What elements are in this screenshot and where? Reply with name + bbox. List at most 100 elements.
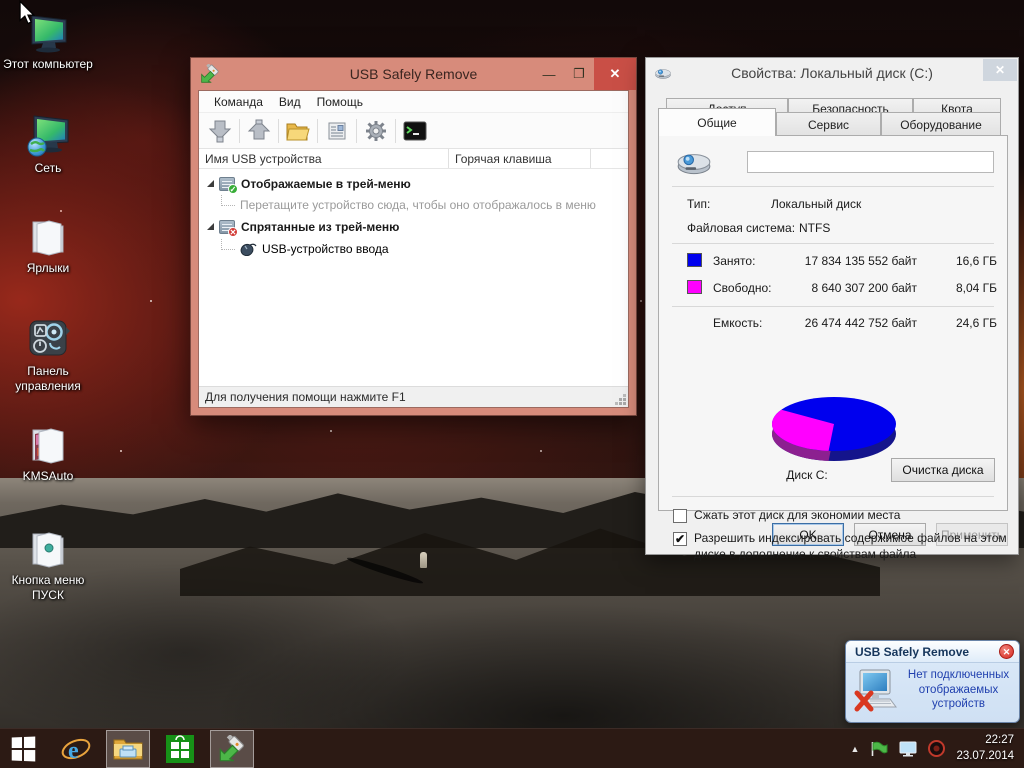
no-devices-computer-icon xyxy=(854,669,897,712)
return-arrow-up-icon xyxy=(247,119,271,139)
tray-menu-hidden-icon: ✕ xyxy=(219,219,238,237)
notification-message: Нет подключенных отображаемых устройств xyxy=(907,669,1010,711)
notification-header: USB Safely Remove ✕ xyxy=(846,641,1019,663)
desktop-icon-network[interactable]: Сеть xyxy=(2,114,94,176)
tab-tools[interactable]: Сервис xyxy=(776,112,881,136)
close-button[interactable]: ✕ xyxy=(594,58,636,90)
volume-icon[interactable] xyxy=(928,740,946,757)
index-checkbox-label: Разрешить индексировать содержимое файло… xyxy=(694,531,1007,561)
expanded-arrow-icon[interactable] xyxy=(207,180,214,187)
clock-time: 22:27 xyxy=(985,733,1014,746)
type-label: Тип: xyxy=(687,197,711,211)
action-center-flag-icon[interactable] xyxy=(870,741,888,757)
usb-window-titlebar[interactable]: USB Safely Remove — ❐ ✕ xyxy=(191,58,636,90)
maximize-button[interactable]: ❐ xyxy=(564,58,594,90)
capacity-bytes: 26 474 442 752 байт xyxy=(804,316,917,330)
tray-show-hidden-icons[interactable]: ▲ xyxy=(851,744,860,754)
desktop-icon-this-computer[interactable]: Этот компьютер xyxy=(2,12,94,72)
toolbar-separator xyxy=(239,118,240,143)
column-device-name[interactable]: Имя USB устройства xyxy=(199,149,449,168)
tree-branch-line xyxy=(221,195,235,206)
file-explorer-icon xyxy=(113,739,143,759)
desktop-icon-label: Панель управления xyxy=(15,364,81,393)
index-checkbox[interactable]: ✔ xyxy=(673,532,687,546)
usb-window-client-area: Команда Вид Помощь Имя USB устройства Го… xyxy=(198,90,629,408)
free-bytes: 8 640 307 200 байт xyxy=(811,281,917,295)
open-device-button[interactable] xyxy=(281,116,315,146)
drag-hint-label: Перетащите устройство сюда, чтобы оно от… xyxy=(240,197,596,212)
open-folder-icon xyxy=(286,123,310,140)
column-hotkey[interactable]: Горячая клавиша xyxy=(449,149,591,168)
return-device-button[interactable] xyxy=(242,116,276,146)
usb-input-device-icon xyxy=(240,243,257,256)
menu-command[interactable]: Команда xyxy=(206,92,271,112)
disk-cleanup-button[interactable]: Очистка диска xyxy=(891,458,995,482)
settings-button[interactable] xyxy=(359,116,393,146)
notification-close-button[interactable]: ✕ xyxy=(999,644,1014,659)
command-line-button[interactable] xyxy=(398,116,432,146)
tray-menu-shown-icon: ✓ xyxy=(219,176,238,194)
desktop-icon-control-panel[interactable]: Панель управления xyxy=(2,317,94,394)
usb-safely-remove-icon xyxy=(219,734,244,761)
check-badge-icon: ✓ xyxy=(228,183,238,194)
compress-checkbox[interactable] xyxy=(673,509,687,523)
type-value: Локальный диск xyxy=(771,197,862,211)
notification-body: Нет подключенных отображаемых устройств xyxy=(846,663,1019,717)
taskbar-file-explorer[interactable] xyxy=(106,729,150,768)
control-panel-icon xyxy=(29,320,70,356)
taskbar-windows-store[interactable] xyxy=(158,730,202,768)
free-label: Свободно: xyxy=(713,281,772,295)
used-bytes: 17 834 135 552 байт xyxy=(804,254,917,268)
tab-row-front: Общие Сервис Оборудование xyxy=(658,108,1001,136)
network-status-icon[interactable] xyxy=(899,741,917,757)
menu-view[interactable]: Вид xyxy=(271,92,309,112)
device-properties-button[interactable] xyxy=(320,116,354,146)
minimize-button[interactable]: — xyxy=(534,58,564,90)
dialog-titlebar[interactable]: Свойства: Локальный диск (C:) ✕ xyxy=(646,58,1018,88)
usb-notification-balloon: USB Safely Remove ✕ Нет подключенных ото… xyxy=(845,640,1020,723)
taskbar-clock[interactable]: 22:27 23.07.2014 xyxy=(956,733,1014,764)
desktop-icon-label: Ярлыки xyxy=(26,261,70,275)
tab-general[interactable]: Общие xyxy=(658,108,776,136)
free-size: 8,04 ГБ xyxy=(955,281,997,295)
network-icon xyxy=(27,115,69,157)
taskbar-usb-safely-remove[interactable] xyxy=(210,729,254,768)
astronaut-figure xyxy=(420,552,427,568)
cross-badge-icon: ✕ xyxy=(228,226,238,237)
menu-help[interactable]: Помощь xyxy=(309,92,371,112)
taskbar-internet-explorer[interactable]: e xyxy=(54,730,98,768)
toolbar-separator xyxy=(395,118,396,143)
mouse-cursor xyxy=(19,0,36,25)
notification-title: USB Safely Remove xyxy=(855,644,970,659)
desktop-icon-label: Этот компьютер xyxy=(3,57,93,71)
usb-menubar: Команда Вид Помощь xyxy=(199,91,628,113)
index-checkbox-row[interactable]: ✔ Разрешить индексировать содержимое фай… xyxy=(673,531,1007,562)
taskbar: e ▲ 22:27 23.07.2014 xyxy=(0,728,1024,768)
tree-drag-hint-row: Перетащите устройство сюда, чтобы оно от… xyxy=(199,194,596,215)
expanded-arrow-icon[interactable] xyxy=(207,223,214,230)
start-button[interactable] xyxy=(0,729,46,768)
folder-icon xyxy=(32,532,64,568)
desktop-icon-kmsauto[interactable]: KMSAuto xyxy=(2,422,94,484)
dialog-close-button[interactable]: ✕ xyxy=(983,59,1017,81)
desktop-icon-start-menu-button[interactable]: Кнопка меню ПУСК xyxy=(2,526,94,603)
tree-group-hidden-row[interactable]: ✕ Спрятанные из трей-меню xyxy=(199,216,399,237)
toolbar-separator xyxy=(317,118,318,143)
disk-properties-dialog: Свойства: Локальный диск (C:) ✕ Доступ Б… xyxy=(645,57,1019,561)
eject-arrow-down-icon xyxy=(208,120,232,142)
folder-icon xyxy=(32,220,64,256)
desktop-icon-label: Кнопка меню ПУСК xyxy=(11,573,85,602)
status-text: Для получения помощи нажмите F1 xyxy=(205,390,406,404)
stop-device-button[interactable] xyxy=(203,116,237,146)
tree-device-row[interactable]: USB-устройство ввода xyxy=(199,238,389,259)
volume-label-input[interactable] xyxy=(747,151,994,173)
tree-group-shown-row[interactable]: ✓ Отображаемые в трей-меню xyxy=(199,173,411,194)
compress-checkbox-row[interactable]: Сжать этот диск для экономии места xyxy=(673,508,900,524)
capacity-label: Емкость: xyxy=(713,316,763,330)
toolbar-separator xyxy=(356,118,357,143)
tree-branch-line xyxy=(221,239,235,250)
desktop-icon-shortcuts[interactable]: Ярлыки xyxy=(2,214,94,276)
tab-hardware[interactable]: Оборудование xyxy=(881,112,1001,136)
resize-grip[interactable] xyxy=(623,402,626,405)
separator xyxy=(672,243,994,244)
